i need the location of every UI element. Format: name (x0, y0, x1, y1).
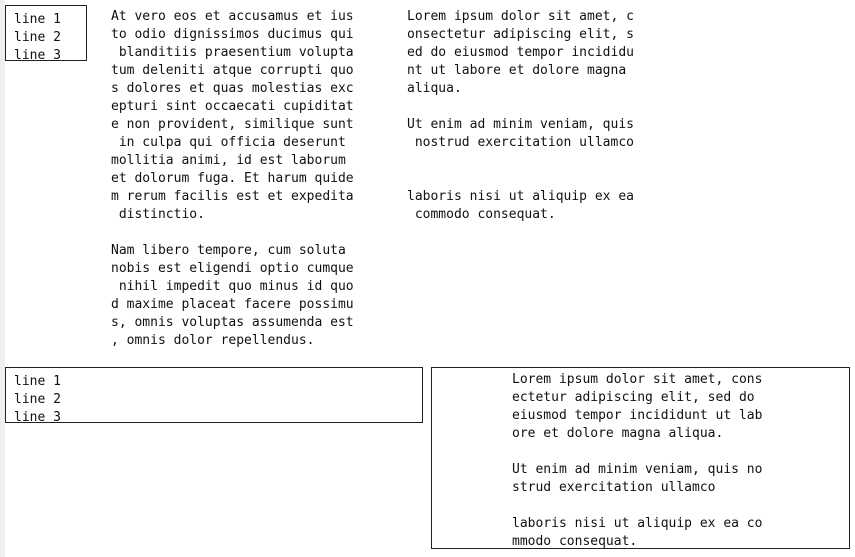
text-paragraph: laboris nisi ut aliquip ex ea co mmodo c… (512, 516, 763, 549)
left-edge-strip (0, 0, 5, 557)
text-paragraph: At vero eos et accusamus et ius to odio … (111, 9, 354, 222)
box-line: line 3 (14, 410, 61, 425)
bottom-right-text-box: Lorem ipsum dolor sit amet, cons ectetur… (431, 367, 850, 549)
box-line: line 1 (14, 12, 61, 27)
text-paragraph: Ut enim ad minim veniam, quis nostrud ex… (407, 117, 634, 150)
text-paragraph: Nam libero tempore, cum soluta nobis est… (111, 243, 354, 348)
middle-text-column: At vero eos et accusamus et ius to odio … (111, 8, 354, 350)
small-lines-box: line 1 line 2 line 3 (5, 5, 87, 63)
box-line: line 1 (14, 374, 61, 389)
box-line: line 2 (14, 30, 61, 45)
text-paragraph: laboris nisi ut aliquip ex ea commodo co… (407, 189, 634, 222)
box-line: line 3 (14, 48, 61, 63)
text-paragraph: Lorem ipsum dolor sit amet, cons ectetur… (512, 372, 763, 441)
wide-lines-box: line 1 line 2 line 3 (5, 367, 423, 425)
text-paragraph: Ut enim ad minim veniam, quis no strud e… (512, 462, 763, 495)
box-line: line 2 (14, 392, 61, 407)
right-text-column: Lorem ipsum dolor sit amet, c onsectetur… (407, 8, 634, 224)
text-paragraph: Lorem ipsum dolor sit amet, c onsectetur… (407, 9, 634, 96)
bottom-right-text: Lorem ipsum dolor sit amet, cons ectetur… (512, 371, 762, 551)
